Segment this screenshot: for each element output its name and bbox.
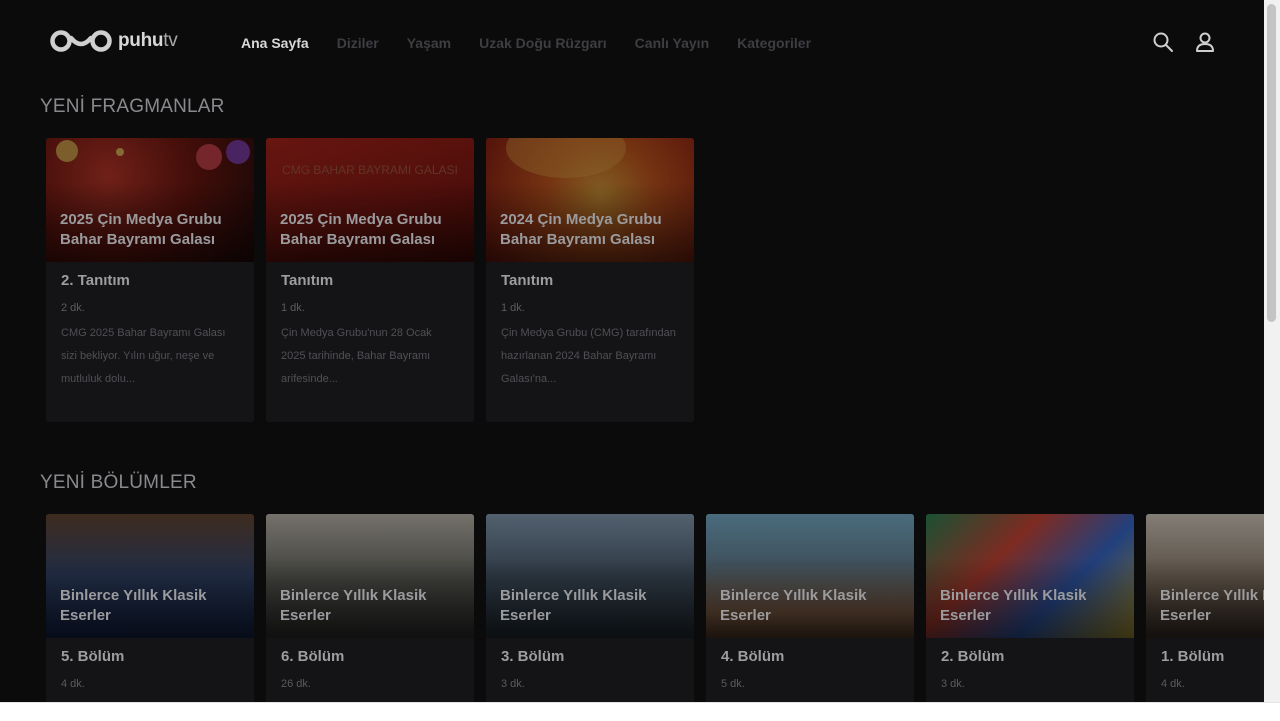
card-thumbnail: 2025 Çin Medya Grubu Bahar Bayramı Galas… [46,138,254,262]
card-subtitle: 5. Bölüm [61,648,125,665]
episode-card[interactable]: Binlerce Yıllık Klasik Eserler 5. Bölüm … [46,514,254,702]
trailer-card[interactable]: 2025 Çin Medya Grubu Bahar Bayramı Galas… [46,138,254,422]
card-thumb-title: Binlerce Yıllık Klasik Eserler [940,587,1087,624]
card-subtitle: Tanıtım [501,272,554,289]
card-thumbnail: 2024 Çin Medya Grubu Bahar Bayramı Galas… [486,138,694,262]
episodes-row: Binlerce Yıllık Klasik Eserler 5. Bölüm … [46,514,1264,702]
card-subtitle: Tanıtım [281,272,334,289]
episode-card[interactable]: Binlerce Yıllık Klasik Eserler 4. Bölüm … [706,514,914,702]
section-title-episodes: YENİ BÖLÜMLER [40,472,197,493]
nav-item-home[interactable]: Ana Sayfa [241,35,309,51]
nav-item-far-east[interactable]: Uzak Doğu Rüzgarı [479,35,607,51]
card-duration: 4 dk. [1161,678,1185,690]
card-duration: 1 dk. [501,302,525,314]
card-thumbnail: CMG BAHAR BAYRAMI GALASI 2025 Çin Medya … [266,138,474,262]
card-duration: 4 dk. [61,678,85,690]
search-icon[interactable] [1152,31,1174,53]
card-thumb-title: 2025 Çin Medya Grubu Bahar Bayramı Galas… [60,211,222,248]
scrollbar-thumb[interactable] [1267,4,1276,322]
user-icon[interactable] [1194,31,1216,53]
episode-card[interactable]: Binlerce Yıllık Klasik Eserler 6. Bölüm … [266,514,474,702]
bottom-strip [0,702,1280,721]
card-subtitle: 4. Bölüm [721,648,785,665]
trailers-row: 2025 Çin Medya Grubu Bahar Bayramı Galas… [46,138,706,422]
card-description: Çin Medya Grubu'nun 28 Ocak 2025 tarihin… [281,327,432,385]
card-description: CMG 2025 Bahar Bayramı Galası sizi bekli… [61,327,226,385]
site-header: puhutv Ana Sayfa Diziler Yaşam Uzak Doğu… [0,0,1264,86]
trailer-card[interactable]: 2024 Çin Medya Grubu Bahar Bayramı Galas… [486,138,694,422]
card-duration: 5 dk. [721,678,745,690]
nav-item-series[interactable]: Diziler [337,35,379,51]
card-thumbnail: Binlerce Yıllık Klasik Eserler [266,514,474,638]
page-viewport: puhutv Ana Sayfa Diziler Yaşam Uzak Doğu… [0,0,1264,702]
episode-card[interactable]: Binlerce Yıllık Klasik Eserler 1. Bölüm … [1146,514,1264,702]
puhutv-logo-mark-icon [50,30,112,52]
card-duration: 3 dk. [941,678,965,690]
card-duration: 2 dk. [61,302,85,314]
episode-card[interactable]: Binlerce Yıllık Klasik Eserler 2. Bölüm … [926,514,1134,702]
card-thumb-title: Binlerce Yıllık Klasik Eserler [1160,587,1264,624]
card-thumbnail: Binlerce Yıllık Klasik Eserler [486,514,694,638]
logo-wordmark: puhutv [118,30,178,51]
trailer-card[interactable]: CMG BAHAR BAYRAMI GALASI 2025 Çin Medya … [266,138,474,422]
card-thumbnail: Binlerce Yıllık Klasik Eserler [706,514,914,638]
card-duration: 3 dk. [501,678,525,690]
card-subtitle: 2. Tanıtım [61,272,130,289]
card-thumb-title: Binlerce Yıllık Klasik Eserler [720,587,867,624]
nav-item-live[interactable]: Canlı Yayın [635,35,709,51]
nav-item-categories[interactable]: Kategoriler [737,35,811,51]
header-actions [1152,31,1236,53]
puhutv-logo[interactable]: puhutv [50,28,178,54]
card-duration: 26 dk. [281,678,311,690]
episode-card[interactable]: Binlerce Yıllık Klasik Eserler 3. Bölüm … [486,514,694,702]
main-nav: Ana Sayfa Diziler Yaşam Uzak Doğu Rüzgar… [241,35,839,51]
card-duration: 1 dk. [281,302,305,314]
card-thumbnail: Binlerce Yıllık Klasik Eserler [1146,514,1264,638]
card-thumb-title: Binlerce Yıllık Klasik Eserler [60,587,207,624]
card-thumb-title: 2024 Çin Medya Grubu Bahar Bayramı Galas… [500,211,662,248]
card-thumb-title: Binlerce Yıllık Klasik Eserler [280,587,427,624]
card-subtitle: 1. Bölüm [1161,648,1225,665]
card-thumb-title: Binlerce Yıllık Klasik Eserler [500,587,647,624]
card-subtitle: 3. Bölüm [501,648,565,665]
card-thumb-title: 2025 Çin Medya Grubu Bahar Bayramı Galas… [280,211,442,248]
card-thumbnail: Binlerce Yıllık Klasik Eserler [46,514,254,638]
section-title-trailers: YENİ FRAGMANLAR [40,96,225,117]
card-thumbnail: Binlerce Yıllık Klasik Eserler [926,514,1134,638]
nav-item-lifestyle[interactable]: Yaşam [407,35,451,51]
card-subtitle: 6. Bölüm [281,648,345,665]
card-description: Çin Medya Grubu (CMG) tarafından hazırla… [501,327,676,385]
page-scrollbar[interactable] [1264,0,1280,702]
card-subtitle: 2. Bölüm [941,648,1005,665]
